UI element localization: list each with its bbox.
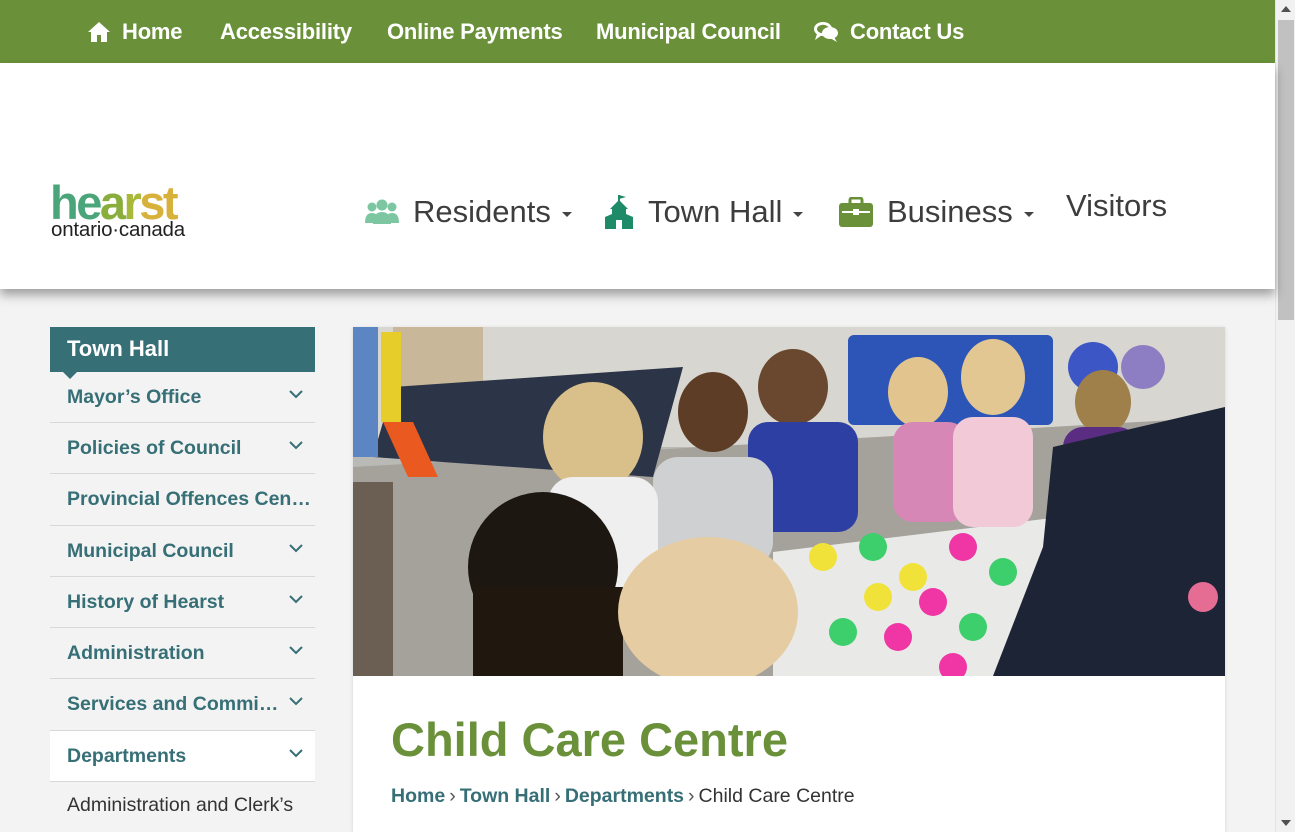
sidebar-title: Town Hall bbox=[50, 327, 315, 379]
topbar-municipal-council-link[interactable]: Municipal Council bbox=[596, 18, 781, 46]
top-bar: Home Accessibility Online Payments Munic… bbox=[0, 0, 1275, 63]
sidebar-item-services-and-committees[interactable]: Services and Committees bbox=[50, 679, 315, 731]
nav-residents[interactable]: Residents bbox=[365, 187, 572, 237]
breadcrumb-departments-link[interactable]: Departments bbox=[565, 785, 684, 807]
chevron-down-icon[interactable] bbox=[289, 390, 303, 399]
sidebar-item-policies-of-council[interactable]: Policies of Council bbox=[50, 423, 315, 474]
sidebar-item-label: Policies of Council bbox=[67, 436, 242, 459]
chevron-down-icon[interactable] bbox=[289, 646, 303, 655]
breadcrumb-separator: › bbox=[554, 785, 561, 807]
chevron-down-icon bbox=[793, 211, 804, 217]
town-hall-icon bbox=[605, 195, 633, 229]
breadcrumb-town-hall-link[interactable]: Town Hall bbox=[460, 785, 551, 807]
nav-residents-label: Residents bbox=[413, 194, 551, 229]
nav-town-hall-label: Town Hall bbox=[648, 194, 783, 229]
sidebar-item-label: Departments bbox=[67, 744, 187, 767]
nav-visitors-label: Visitors bbox=[1066, 188, 1168, 223]
breadcrumb-current: Child Care Centre bbox=[698, 785, 855, 807]
scrollbar-thumb[interactable] bbox=[1278, 20, 1294, 320]
nav-business[interactable]: Business bbox=[839, 187, 1034, 237]
people-icon bbox=[365, 199, 399, 224]
sidebar-item-municipal-council[interactable]: Municipal Council bbox=[50, 526, 315, 577]
chevron-down-icon[interactable] bbox=[289, 749, 303, 758]
sidebar-item-label: Services and Committees bbox=[67, 693, 282, 715]
scroll-up-arrow-icon[interactable] bbox=[1281, 6, 1291, 12]
sidebar-item-departments[interactable]: Departments bbox=[50, 731, 315, 782]
chat-bubbles-icon bbox=[814, 22, 838, 42]
logo-subtitle: ontario·canada bbox=[51, 218, 185, 241]
topbar-contact-us-link[interactable]: Contact Us bbox=[813, 18, 964, 46]
sidebar-item-provincial-offences-centre[interactable]: Provincial Offences Centre bbox=[50, 474, 315, 526]
nav-business-label: Business bbox=[887, 194, 1013, 229]
breadcrumb-separator: › bbox=[449, 785, 456, 807]
sidebar-item-label: History of Hearst bbox=[67, 590, 225, 613]
topbar-municipal-council-label: Municipal Council bbox=[596, 19, 781, 44]
sidebar-item-history-of-hearst[interactable]: History of Hearst bbox=[50, 577, 315, 628]
page-scrollbar[interactable] bbox=[1275, 0, 1295, 832]
briefcase-icon bbox=[839, 197, 873, 227]
nav-visitors[interactable]: Visitors bbox=[1066, 181, 1167, 231]
chevron-down-icon[interactable] bbox=[289, 544, 303, 553]
topbar-accessibility-label: Accessibility bbox=[220, 19, 352, 44]
sidebar-item-mayors-office[interactable]: Mayor’s Office bbox=[50, 372, 315, 423]
breadcrumb-home-link[interactable]: Home bbox=[391, 785, 445, 807]
main-content: Child Care Centre Home › Town Hall › Departm… bbox=[353, 327, 1225, 832]
topbar-home-link[interactable]: Home bbox=[87, 18, 183, 46]
chevron-down-icon[interactable] bbox=[289, 595, 303, 604]
nav-town-hall[interactable]: Town Hall bbox=[604, 187, 804, 237]
breadcrumb: Home › Town Hall › Departments › Child Care Ce… bbox=[391, 785, 855, 808]
chevron-down-icon[interactable] bbox=[289, 697, 303, 706]
page-title: Child Care Centre bbox=[391, 713, 788, 766]
topbar-contact-us-label: Contact Us bbox=[850, 19, 965, 44]
topbar-home-label: Home bbox=[122, 19, 183, 44]
topbar-accessibility-link[interactable]: Accessibility bbox=[220, 18, 352, 46]
topbar-online-payments-label: Online Payments bbox=[387, 19, 563, 44]
sidebar-item-label: Mayor’s Office bbox=[67, 385, 202, 408]
hearst-logo[interactable]: hearst ontario·canada bbox=[50, 178, 220, 243]
home-icon bbox=[88, 22, 110, 42]
topbar-online-payments-link[interactable]: Online Payments bbox=[387, 18, 563, 46]
sidebar-item-administration[interactable]: Administration bbox=[50, 628, 315, 679]
site-header: hearst ontario·canada Residents Town Hal… bbox=[0, 63, 1275, 289]
breadcrumb-separator: › bbox=[688, 785, 695, 807]
sidebar-item-label: Administration bbox=[67, 641, 205, 664]
chevron-down-icon[interactable] bbox=[289, 441, 303, 450]
sidebar-item-label: Municipal Council bbox=[67, 539, 234, 562]
chevron-down-icon bbox=[561, 211, 572, 217]
hero-image bbox=[353, 327, 1225, 676]
chevron-down-icon bbox=[1023, 211, 1034, 217]
sidebar-item-label: Provincial Offences Centre bbox=[67, 488, 315, 510]
sidebar-subitem-administration-and-clerks[interactable]: Administration and Clerk’s bbox=[67, 794, 293, 817]
scroll-down-arrow-icon[interactable] bbox=[1281, 820, 1291, 826]
